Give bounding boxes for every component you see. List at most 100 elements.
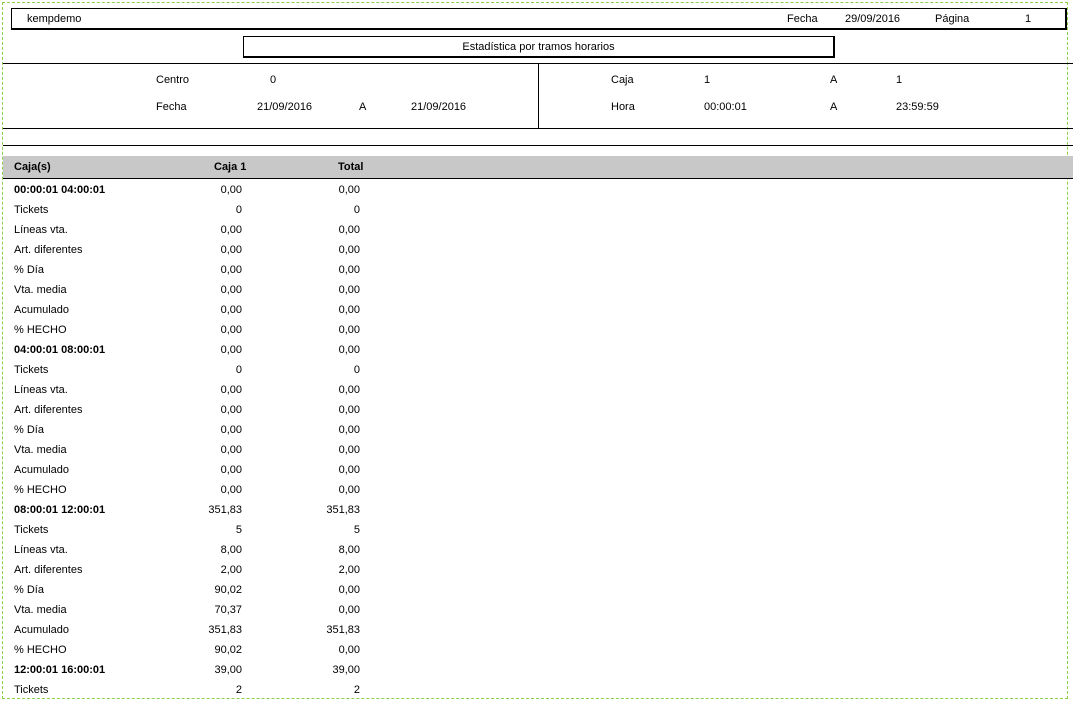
total-cell: 0,00 [338,324,360,336]
row-label: % HECHO [14,484,67,496]
caja1-cell: 0 [235,364,242,376]
column-header-cajas: Caja(s) [14,161,51,173]
caja-label: Caja [611,74,634,86]
fecha-to: 21/09/2016 [411,101,467,113]
row-label: % Día [14,424,44,436]
caja1-cell: 0,00 [220,484,242,496]
total-cell: 0,00 [338,304,360,316]
table-row: Líneas vta. 0,00 0,00 [0,381,1073,401]
table-row: Tickets 2 2 [0,681,1073,701]
total-cell: 0,00 [338,284,360,296]
report-title: Estadística por tramos horarios [243,36,835,58]
row-label: Tickets [14,524,49,536]
caja1-cell: 70,37 [214,604,242,616]
fecha-filter-label: Fecha [156,101,187,113]
table-row: % HECHO 0,00 0,00 [0,481,1073,501]
caja1-cell: 0,00 [220,404,242,416]
table-row: Acumulado 351,83 351,83 [0,621,1073,641]
table-row: Art. diferentes 0,00 0,00 [0,401,1073,421]
caja1-cell: 0,00 [220,264,242,276]
table-row: Art. diferentes 2,00 2,00 [0,561,1073,581]
centro-value: 0 [270,74,277,86]
total-cell: 0,00 [338,344,360,356]
company-name: kempdemo [27,13,82,25]
filter-bottom-divider [3,128,1073,129]
total-cell: 0,00 [338,644,360,656]
total-cell: 0,00 [338,424,360,436]
row-label: Tickets [14,364,49,376]
total-cell: 351,83 [326,624,360,636]
row-label: Vta. media [14,444,67,456]
caja1-cell: 0,00 [220,344,242,356]
table-header: Caja(s) Caja 1 Total [3,156,1073,179]
page-label: Página [935,13,970,25]
total-cell: 5 [353,524,360,536]
row-label: Líneas vta. [14,384,68,396]
caja-from: 1 [704,74,711,86]
caja1-cell: 0,00 [220,424,242,436]
row-label: Tickets [14,684,49,696]
table-row: Acumulado 0,00 0,00 [0,461,1073,481]
row-label: Art. diferentes [14,404,83,416]
hora-a: A [830,101,838,113]
total-cell: 0,00 [338,384,360,396]
table-row: Líneas vta. 8,00 8,00 [0,541,1073,561]
total-cell: 0,00 [338,264,360,276]
table-row: % HECHO 0,00 0,00 [0,321,1073,341]
caja1-cell: 0,00 [220,284,242,296]
row-label: Vta. media [14,604,67,616]
row-label: 12:00:01 16:00:01 [14,664,106,676]
caja-to: 1 [896,74,903,86]
caja1-cell: 0,00 [220,224,242,236]
fecha-a: A [359,101,367,113]
row-label: % HECHO [14,324,67,336]
total-cell: 0,00 [338,244,360,256]
row-label: Líneas vta. [14,544,68,556]
table-row: Acumulado 0,00 0,00 [0,301,1073,321]
total-cell: 0,00 [338,484,360,496]
caja1-cell: 351,83 [208,504,242,516]
row-label: 08:00:01 12:00:01 [14,504,106,516]
table-row: Vta. media 0,00 0,00 [0,441,1073,461]
caja1-cell: 0,00 [220,244,242,256]
table-top-divider [3,145,1073,146]
caja-a: A [830,74,838,86]
total-cell: 0,00 [338,184,360,196]
row-label: 00:00:01 04:00:01 [14,184,106,196]
hora-label: Hora [611,101,635,113]
caja1-cell: 2,00 [220,564,242,576]
caja1-cell: 90,02 [214,584,242,596]
caja1-cell: 0,00 [220,304,242,316]
centro-label: Centro [156,74,190,86]
time-range-row: 12:00:01 16:00:01 39,00 39,00 [0,661,1073,681]
caja1-cell: 2 [235,684,242,696]
row-label: Acumulado [14,464,70,476]
caja1-cell: 5 [235,524,242,536]
row-label: Acumulado [14,304,70,316]
caja1-cell: 0,00 [220,444,242,456]
caja1-cell: 0,00 [220,384,242,396]
caja1-cell: 351,83 [208,624,242,636]
row-label: Líneas vta. [14,224,68,236]
time-range-row: 00:00:01 04:00:01 0,00 0,00 [0,181,1073,201]
column-header-total: Total [338,161,364,173]
row-label: 04:00:01 08:00:01 [14,344,106,356]
row-label: Art. diferentes [14,564,83,576]
table-row: % HECHO 90,02 0,00 [0,641,1073,661]
caja1-cell: 8,00 [220,544,242,556]
caja1-cell: 0,00 [220,324,242,336]
total-cell: 0 [353,204,360,216]
table-row: % Día 90,02 0,00 [0,581,1073,601]
caja1-cell: 39,00 [214,664,242,676]
column-header-caja1: Caja 1 [214,161,247,173]
caja1-cell: 0,00 [220,464,242,476]
row-label: Acumulado [14,624,70,636]
total-cell: 0,00 [338,404,360,416]
total-cell: 0,00 [338,444,360,456]
filter-vertical-divider [538,63,539,128]
total-cell: 2 [353,684,360,696]
row-label: Tickets [14,204,49,216]
total-cell: 0,00 [338,224,360,236]
table-row: % Día 0,00 0,00 [0,421,1073,441]
row-label: % HECHO [14,644,67,656]
